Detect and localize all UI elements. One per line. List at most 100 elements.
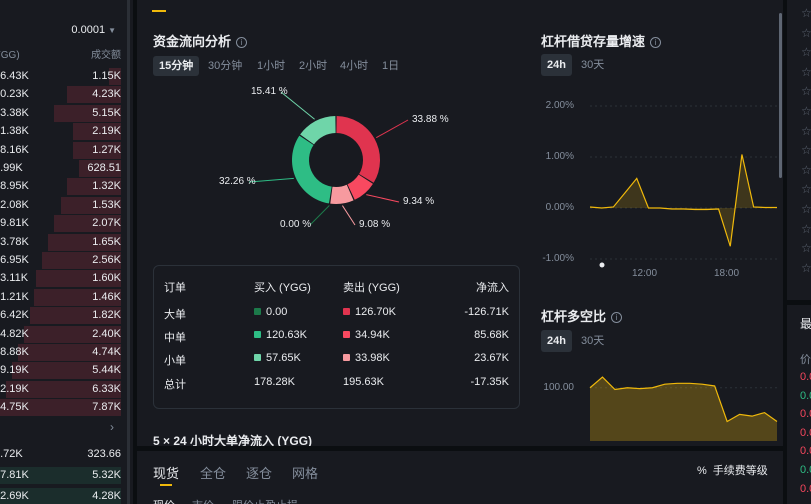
star-icon[interactable]: ☆	[801, 104, 811, 118]
ask-amount: 60.23K	[0, 88, 29, 101]
star-icon[interactable]: ☆	[801, 202, 811, 216]
range-tab-0[interactable]: 24h	[541, 330, 572, 352]
range-tab-0[interactable]: 24h	[541, 54, 572, 76]
ask-row[interactable]: 16.43K 1.15K	[0, 68, 121, 85]
table-row-name: 大单	[164, 309, 186, 321]
timeframe-5[interactable]: 1日	[382, 56, 399, 76]
trade-tab-2[interactable]: 逐仓	[246, 463, 272, 482]
bid-row[interactable]: 52.69K 4.28K	[0, 488, 121, 504]
table-row-buy: 120.63K	[254, 329, 307, 341]
timeframe-0[interactable]: 15分钟	[153, 56, 200, 76]
panel-scrollbar[interactable]	[779, 13, 782, 178]
slice-label: 9.34 %	[403, 196, 435, 207]
ask-total: 1.65K	[92, 235, 121, 248]
ask-amount: 29.81K	[0, 217, 29, 230]
ask-amount: 68.88K	[0, 346, 29, 358]
ask-row[interactable]: 92.19K 6.33K	[0, 380, 121, 398]
star-icon[interactable]: ☆	[801, 182, 811, 196]
timeframe-3[interactable]: 2小时	[299, 56, 327, 76]
ask-row[interactable]: 36.95K 2.56K	[0, 252, 121, 269]
star-icon[interactable]: ☆	[801, 65, 811, 79]
trade-tab-0[interactable]: 现货	[153, 463, 179, 482]
order-type-tab-2[interactable]: 限价止盈止损	[232, 497, 298, 504]
ask-row[interactable]: 18.16K 1.27K	[0, 141, 121, 159]
ask-row[interactable]: 21.21K 1.46K	[0, 288, 121, 306]
ask-total: 7.87K	[92, 401, 121, 414]
star-icon[interactable]: ☆	[801, 84, 811, 98]
trade-price: 0.0	[800, 482, 811, 495]
info-icon[interactable]: i	[650, 37, 662, 48]
ask-row[interactable]: 14.75K 7.87K	[0, 399, 121, 417]
star-icon[interactable]: ☆	[801, 124, 811, 138]
chevron-right-icon[interactable]: ›	[110, 420, 114, 434]
col-amount-header: 量 (YGG)	[0, 50, 20, 61]
star-icon[interactable]: ☆	[801, 241, 811, 255]
ask-row[interactable]: 73.38K 5.15K	[0, 104, 121, 122]
caret-down-icon: ▼	[108, 26, 116, 35]
timeframe-4[interactable]: 4小时	[340, 56, 368, 76]
trade-tab-1[interactable]: 全仓	[200, 463, 226, 482]
legend-swatch	[254, 331, 261, 338]
legend-swatch	[254, 354, 261, 361]
info-icon[interactable]: i	[611, 312, 623, 323]
ask-row[interactable]: 22.08K 1.53K	[0, 196, 121, 214]
ask-amount: 18.95K	[0, 180, 29, 193]
ask-amount: 18.16K	[0, 143, 29, 156]
order-type-tab-0[interactable]: 现价	[153, 497, 175, 504]
range-tab-1[interactable]: 30天	[581, 330, 604, 352]
ask-row[interactable]: 8.99K 628.51	[0, 160, 121, 177]
info-icon[interactable]: i	[236, 37, 248, 48]
ask-amount: 73.38K	[0, 106, 29, 119]
bid-row[interactable]: 4.72K 323.66	[0, 446, 121, 463]
latest-trades-strip: 最 价 0.0 0.0 0.0 0.0 0.0 0.0 0.0	[787, 305, 811, 504]
trade-tab-3[interactable]: 网格	[292, 463, 318, 482]
ask-total: 1.53K	[92, 198, 121, 211]
ask-total: 4.74K	[92, 346, 121, 358]
table-row-net: -126.71K	[464, 306, 509, 318]
star-icon[interactable]: ☆	[801, 6, 811, 20]
ask-row[interactable]: 31.38K 2.19K	[0, 123, 121, 141]
star-icon[interactable]: ☆	[801, 143, 811, 157]
fee-level-button[interactable]: % 手续费等级	[697, 462, 768, 478]
ask-total: 1.32K	[92, 180, 121, 193]
timeframe-2[interactable]: 1小时	[257, 56, 285, 76]
latest-trades-title: 最	[800, 317, 811, 331]
ask-row[interactable]: 68.88K 4.74K	[0, 344, 121, 361]
ask-amount: 14.75K	[0, 401, 29, 414]
ask-row[interactable]: 60.23K 4.23K	[0, 86, 121, 104]
timeframe-1[interactable]: 30分钟	[208, 56, 242, 76]
ask-row[interactable]: 18.95K 1.32K	[0, 178, 121, 196]
table-header: 订单	[164, 282, 186, 294]
ask-row[interactable]: 26.42K 1.82K	[0, 307, 121, 325]
star-icon[interactable]: ☆	[801, 261, 811, 275]
buy-value: 57.65K	[266, 352, 301, 364]
range-tab-1[interactable]: 30天	[581, 54, 604, 76]
star-icon[interactable]: ☆	[801, 45, 811, 59]
bid-row[interactable]: 77.81K 5.32K	[0, 467, 121, 484]
ask-total: 628.51	[87, 162, 121, 174]
order-type-tab-1[interactable]: 市价	[192, 497, 214, 504]
ask-row[interactable]: 34.82K 2.40K	[0, 325, 121, 343]
ask-total: 5.44K	[92, 364, 121, 377]
ask-row[interactable]: 23.78K 1.65K	[0, 233, 121, 251]
table-row-net: 23.67K	[474, 352, 509, 364]
order-book: 0.0001▼ 量 (YGG) 成交额 16.43K 1.15K 60.23K 4.2…	[0, 0, 133, 504]
star-icon[interactable]: ☆	[801, 26, 811, 40]
table-row-buy: 57.65K	[254, 352, 301, 364]
ask-total: 2.19K	[92, 125, 121, 138]
sell-value: 195.63K	[343, 376, 384, 388]
star-icon[interactable]: ☆	[801, 163, 811, 177]
precision-select[interactable]: 0.0001 ▼	[71, 24, 116, 36]
y-tick-label: 1.00%	[545, 151, 574, 162]
ask-total: 1.60K	[92, 272, 121, 285]
order-book-scrollbar[interactable]	[127, 0, 130, 504]
star-icon[interactable]: ☆	[801, 222, 811, 236]
table-row-sell: 34.94K	[343, 329, 390, 341]
ask-row[interactable]: 29.81K 2.07K	[0, 215, 121, 233]
y-tick-label: -1.00%	[542, 253, 574, 264]
ask-row[interactable]: 23.11K 1.60K	[0, 270, 121, 288]
table-row-buy: 178.28K	[254, 376, 295, 388]
ask-row[interactable]: 79.19K 5.44K	[0, 362, 121, 380]
legend-swatch	[343, 331, 350, 338]
slice-label: 9.08 %	[359, 219, 391, 230]
